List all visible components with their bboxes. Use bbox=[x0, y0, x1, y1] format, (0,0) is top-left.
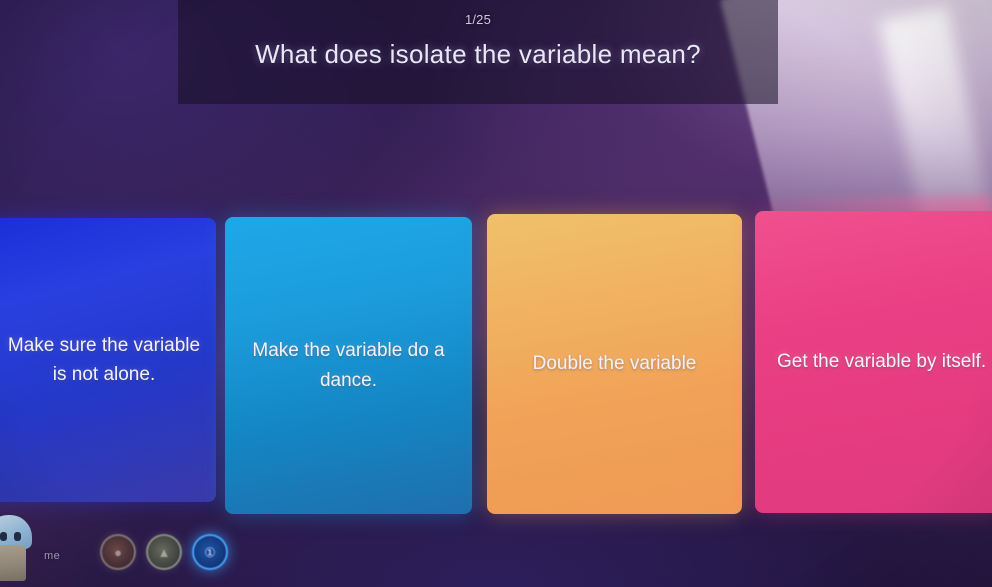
answer-option-blue[interactable]: Make sure the variable is not alone. bbox=[0, 218, 216, 502]
player-bar: me ● ▲ ① bbox=[0, 509, 992, 587]
answer-option-cyan-label: Make the variable do a dance. bbox=[252, 340, 445, 391]
player-badge-icon-3[interactable]: ① bbox=[192, 534, 228, 570]
player-badge-glyph-2: ▲ bbox=[157, 544, 171, 560]
answer-option-pink-label: Get the variable by itself. bbox=[777, 351, 987, 373]
answer-option-orange-label: Double the variable bbox=[532, 353, 697, 375]
answer-option-blue-label: Make sure the variable is not alone. bbox=[7, 334, 201, 385]
quiz-screen: 1/25 What does isolate the variable mean… bbox=[0, 0, 992, 587]
player-badge-glyph-3: ① bbox=[204, 544, 216, 560]
avatar-head bbox=[0, 515, 32, 549]
answer-option-orange[interactable]: Double the variable bbox=[487, 214, 742, 514]
avatar-body bbox=[0, 545, 26, 581]
player-avatar-icon[interactable] bbox=[0, 515, 40, 581]
player-badge-icon-1[interactable]: ● bbox=[100, 534, 136, 570]
answer-option-cyan[interactable]: Make the variable do a dance. bbox=[225, 217, 472, 514]
player-name-label: me bbox=[44, 550, 61, 562]
player-badges: ● ▲ ① bbox=[100, 534, 228, 570]
answer-options-container: Make sure the variable is not alone. Mak… bbox=[0, 0, 992, 587]
avatar-eye-left bbox=[0, 532, 7, 541]
avatar-eye-right bbox=[14, 532, 21, 541]
player-badge-glyph-1: ● bbox=[114, 544, 122, 560]
player-badge-icon-2[interactable]: ▲ bbox=[146, 534, 182, 570]
answer-option-pink[interactable]: Get the variable by itself. bbox=[755, 211, 992, 513]
